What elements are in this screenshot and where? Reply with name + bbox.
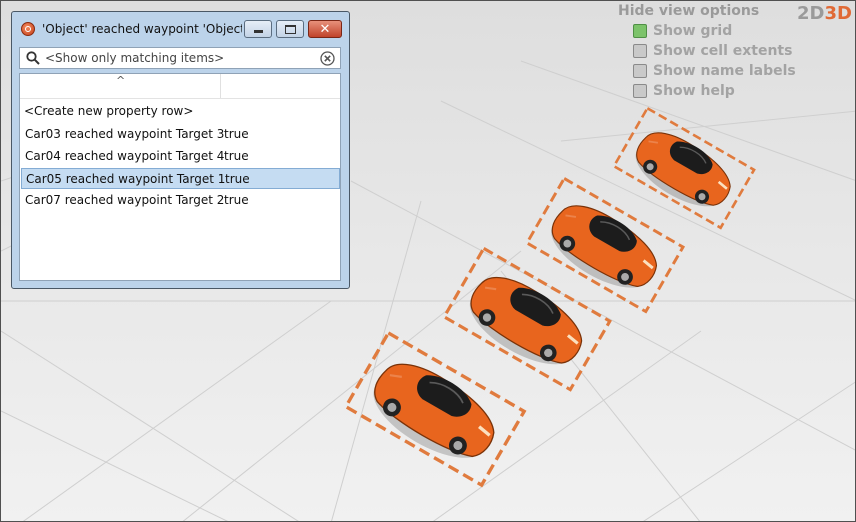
search-input[interactable] [45, 50, 315, 66]
sort-ascending-icon[interactable]: ^ [116, 74, 125, 87]
close-button[interactable]: ✕ [308, 20, 342, 38]
list-header[interactable]: ^ [20, 74, 340, 99]
window-titlebar[interactable]: 'Object' reached waypoint 'Object' ... ✕ [12, 12, 349, 46]
window-title: 'Object' reached waypoint 'Object' ... [42, 22, 242, 36]
property-name: Car05 reached waypoint Target 1 [26, 172, 226, 186]
2d-mode-button[interactable]: 2D [797, 3, 824, 24]
clear-search-icon[interactable] [320, 51, 335, 66]
minimize-button[interactable] [244, 20, 272, 38]
property-row[interactable]: Car03 reached waypoint Target 3 true [21, 124, 340, 145]
property-row[interactable]: Car07 reached waypoint Target 2 true [21, 190, 340, 211]
create-row-label: <Create new property row> [24, 104, 194, 118]
minimize-icon [253, 30, 263, 33]
property-window: 'Object' reached waypoint 'Object' ... ✕… [11, 11, 350, 289]
property-value[interactable]: true [225, 172, 250, 186]
column-divider[interactable] [220, 74, 221, 98]
show-grid-label: Show grid [653, 23, 733, 39]
search-icon [26, 51, 40, 65]
car-4[interactable] [343, 330, 527, 488]
show-name-labels-label: Show name labels [653, 63, 796, 79]
maximize-button[interactable] [276, 20, 304, 38]
show-grid-checkbox[interactable] [633, 24, 647, 38]
property-value[interactable]: true [224, 193, 249, 207]
cars-layer [343, 106, 756, 488]
show-help-label: Show help [653, 83, 735, 99]
show-grid-option[interactable]: Show grid [633, 22, 732, 40]
app-icon [21, 22, 35, 36]
property-row[interactable]: Car04 reached waypoint Target 4 true [21, 146, 340, 167]
show-name-labels-checkbox[interactable] [633, 64, 647, 78]
show-cell-extents-checkbox[interactable] [633, 44, 647, 58]
property-value[interactable]: true [224, 127, 249, 141]
car-1[interactable] [612, 106, 756, 230]
property-row-selected[interactable]: Car05 reached waypoint Target 1 true [21, 168, 340, 189]
create-property-row-button[interactable]: <Create new property row> [20, 102, 340, 120]
car-2[interactable] [524, 176, 686, 314]
show-help-option[interactable]: Show help [633, 82, 735, 100]
property-name: Car03 reached waypoint Target 3 [25, 127, 225, 141]
show-name-labels-option[interactable]: Show name labels [633, 62, 796, 80]
view-mode-switch: 2D3D [797, 3, 852, 24]
property-list: ^ <Create new property row> Car03 reache… [19, 73, 341, 281]
search-box [19, 47, 341, 69]
maximize-icon [284, 24, 296, 34]
property-name: Car07 reached waypoint Target 2 [25, 193, 225, 207]
close-icon: ✕ [319, 21, 331, 37]
show-cell-extents-label: Show cell extents [653, 43, 793, 59]
show-help-checkbox[interactable] [633, 84, 647, 98]
3d-mode-button[interactable]: 3D [824, 3, 851, 24]
hide-view-options-toggle[interactable]: Hide view options [618, 3, 788, 19]
property-value[interactable]: true [224, 149, 249, 163]
property-name: Car04 reached waypoint Target 4 [25, 149, 225, 163]
view-options-panel: Hide view options [618, 3, 788, 19]
show-cell-extents-option[interactable]: Show cell extents [633, 42, 792, 60]
